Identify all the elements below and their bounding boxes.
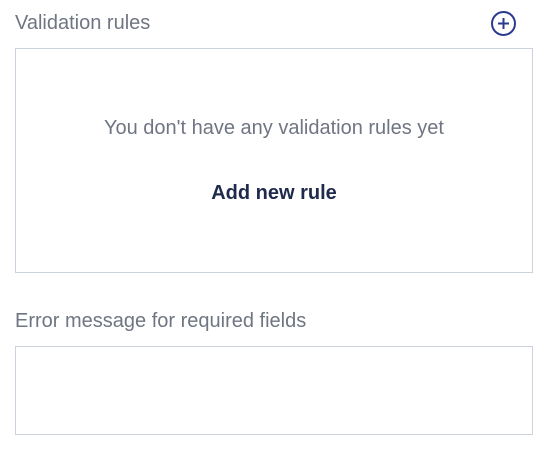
- error-message-label: Error message for required fields: [15, 310, 307, 332]
- validation-rules-empty-panel: You don't have any validation rules yet …: [15, 48, 533, 273]
- add-new-rule-link[interactable]: Add new rule: [16, 182, 532, 205]
- add-circle-icon: [491, 11, 516, 36]
- add-rule-icon-button[interactable]: [490, 10, 517, 37]
- validation-rules-label: Validation rules: [15, 12, 151, 34]
- error-message-field[interactable]: [15, 346, 533, 435]
- empty-state-message: You don't have any validation rules yet: [104, 117, 444, 139]
